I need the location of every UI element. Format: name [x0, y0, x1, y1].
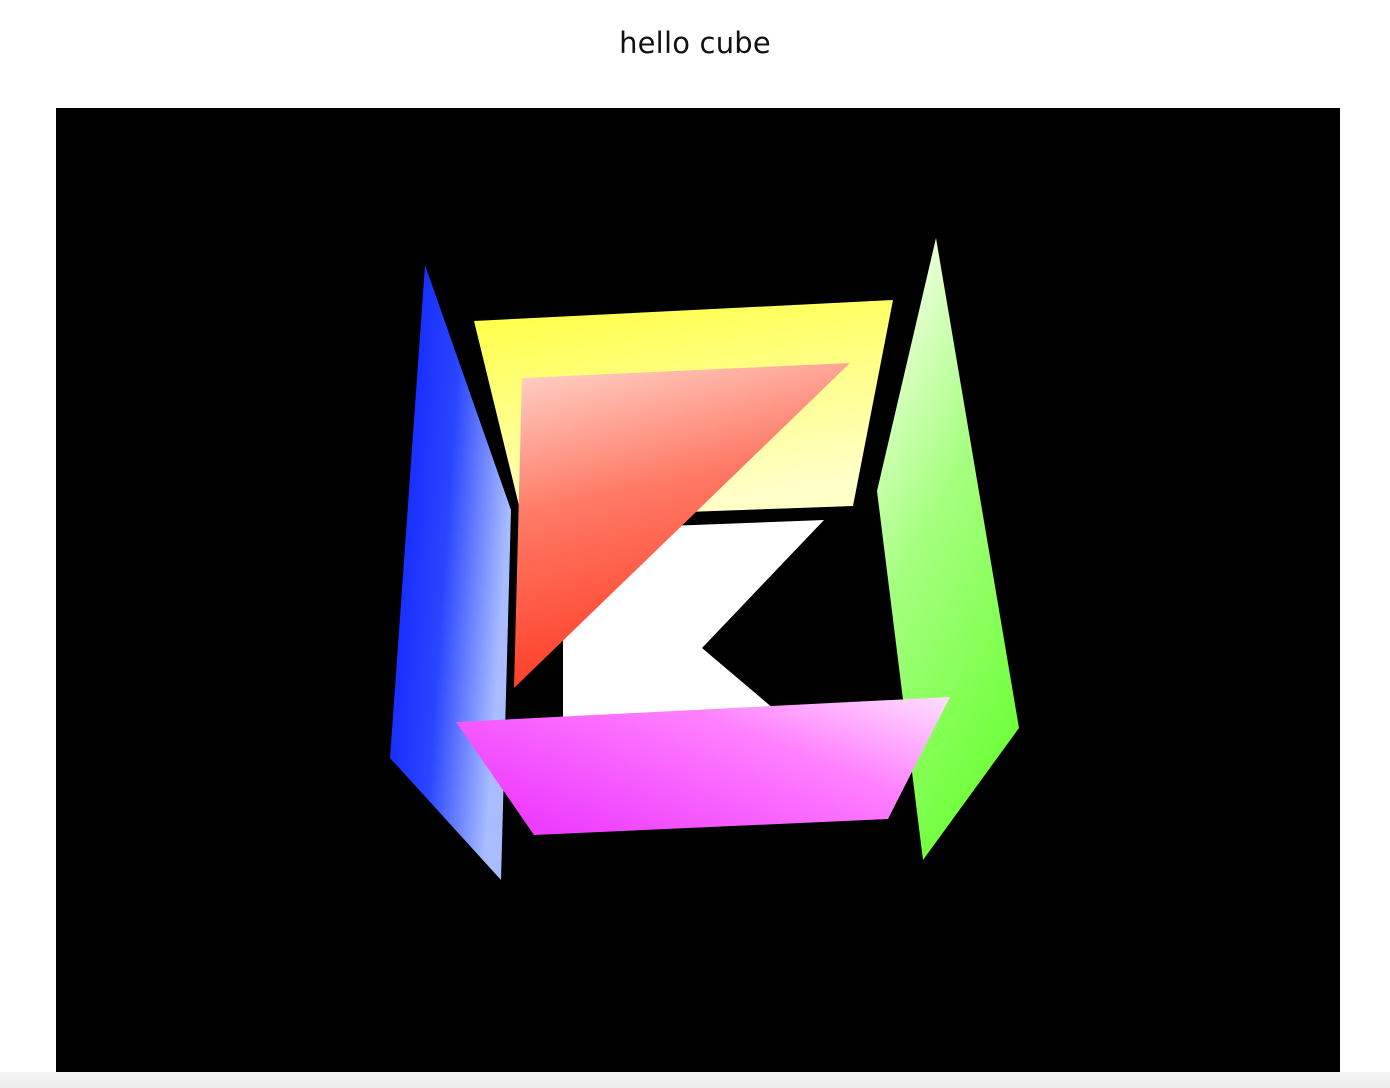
page-title: hello cube — [619, 26, 771, 60]
cube-face-bottom — [456, 697, 950, 835]
window-bottom-edge — [0, 1072, 1390, 1088]
cube-scene — [390, 238, 1019, 880]
webgl-canvas[interactable] — [56, 108, 1340, 1072]
